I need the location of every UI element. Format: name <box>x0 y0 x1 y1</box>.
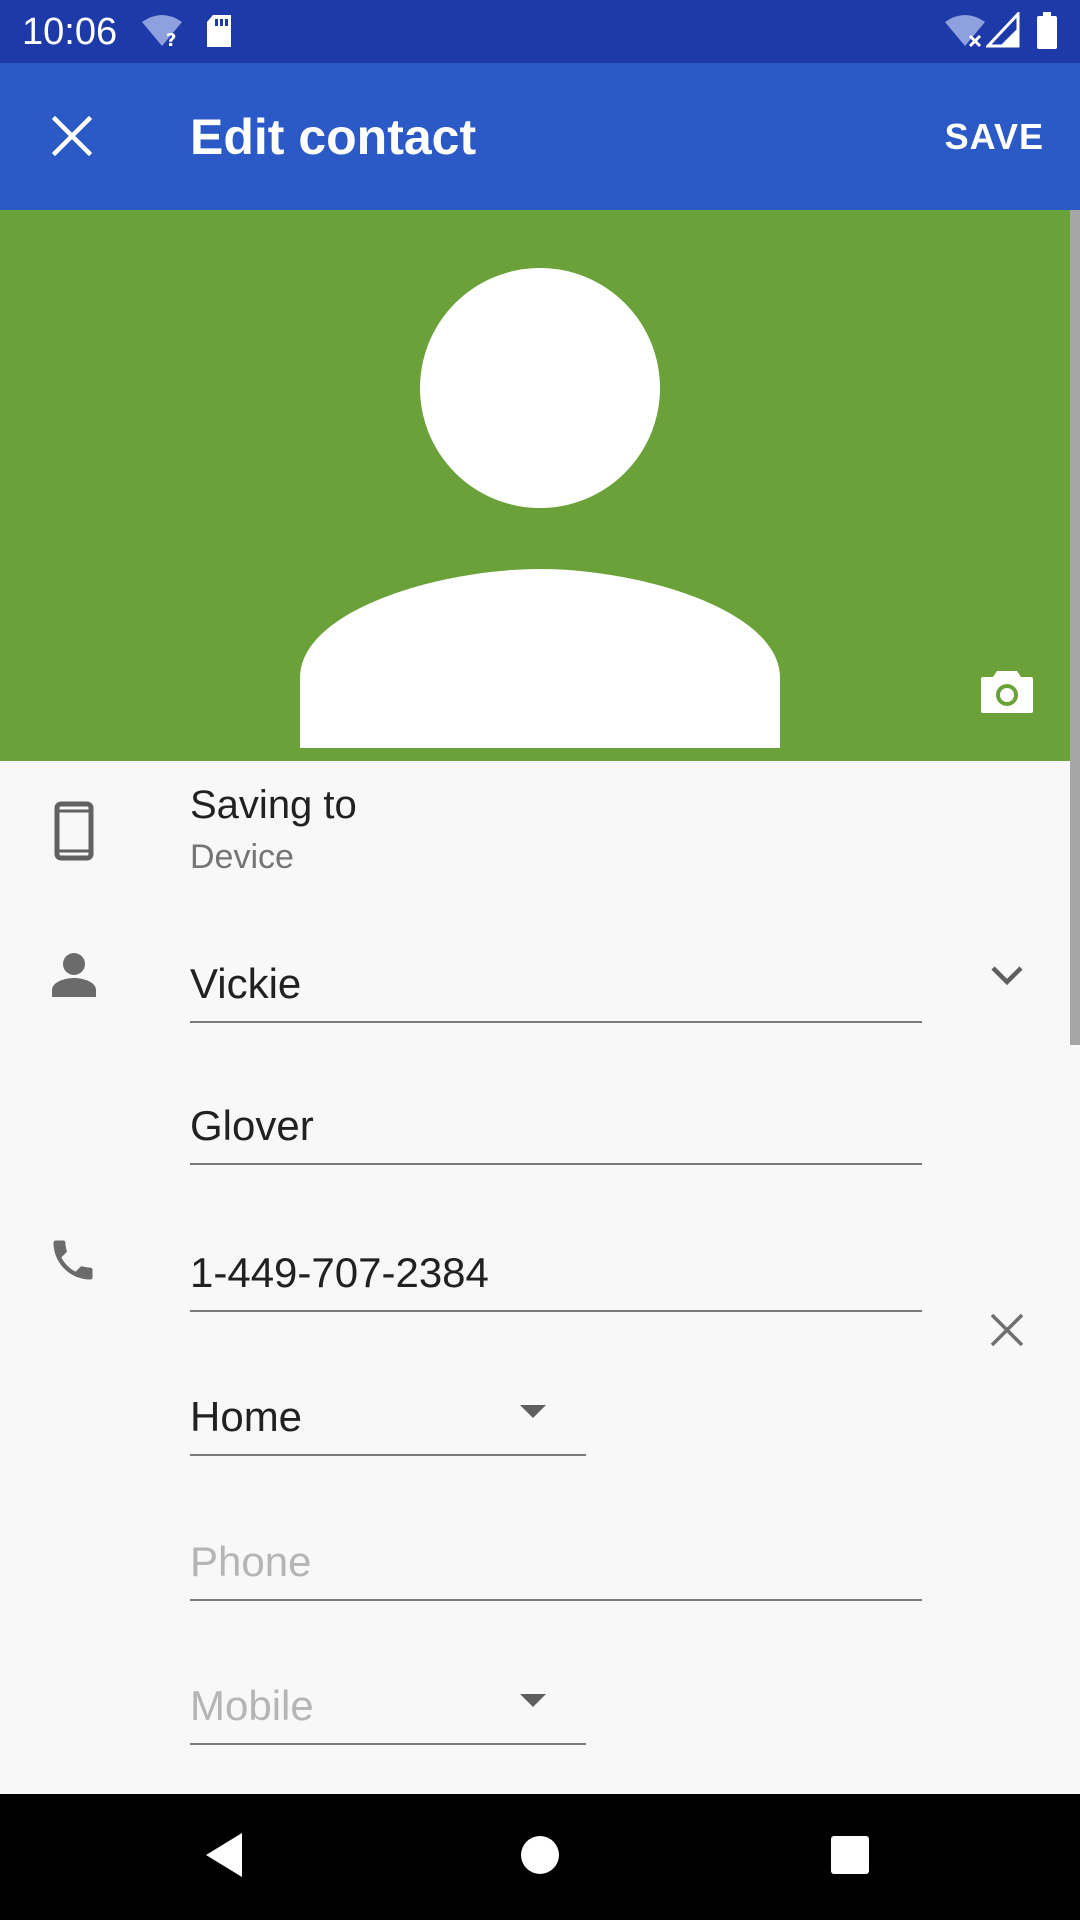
close-button[interactable] <box>36 102 108 174</box>
dropdown-arrow-icon <box>520 1694 546 1707</box>
phone-icon <box>44 1231 102 1289</box>
new-phone-field[interactable]: Phone <box>190 1499 922 1601</box>
navigation-bar <box>0 1794 1080 1920</box>
back-button[interactable] <box>184 1817 264 1897</box>
home-icon <box>519 1834 561 1881</box>
wifi-off-icon <box>944 14 986 53</box>
status-time: 10:06 <box>22 11 118 53</box>
change-photo-button[interactable] <box>972 658 1042 728</box>
back-icon <box>202 1831 246 1884</box>
battery-icon <box>1036 12 1058 55</box>
dropdown-arrow-icon <box>520 1405 546 1418</box>
saving-to-label: Saving to <box>190 783 357 827</box>
new-phone-type-select[interactable]: Mobile <box>190 1643 586 1745</box>
svg-text:?: ? <box>166 30 176 48</box>
contact-form: Saving to Device Vickie Glover 1-449-707… <box>0 761 1070 1794</box>
phone-type-select[interactable]: Home <box>190 1354 586 1456</box>
last-name-field[interactable]: Glover <box>190 1063 922 1165</box>
expand-name-button[interactable] <box>980 951 1034 1005</box>
phone-type-value: Home <box>190 1393 303 1440</box>
home-button[interactable] <box>500 1817 580 1897</box>
person-placeholder-icon <box>300 268 780 748</box>
phone-number-value: 1-449-707-2384 <box>190 1249 489 1296</box>
sd-card-icon <box>205 14 233 53</box>
remove-phone-button[interactable] <box>980 1305 1034 1359</box>
new-phone-placeholder: Phone <box>190 1538 312 1585</box>
signal-icon <box>984 10 1020 53</box>
contact-photo[interactable] <box>0 210 1080 761</box>
status-bar: 10:06 ? <box>0 0 1080 63</box>
wifi-question-icon: ? <box>140 14 184 53</box>
recents-icon <box>829 1834 871 1881</box>
close-icon <box>989 1312 1025 1353</box>
chevron-down-icon <box>990 965 1024 992</box>
first-name-field[interactable]: Vickie <box>190 921 922 1023</box>
recents-button[interactable] <box>810 1817 890 1897</box>
new-phone-type-placeholder: Mobile <box>190 1682 314 1729</box>
phone-device-icon <box>50 801 98 861</box>
account-name: Device <box>190 838 294 876</box>
person-icon <box>48 949 100 1001</box>
close-icon <box>51 115 93 161</box>
camera-icon <box>979 667 1035 720</box>
phone-number-field[interactable]: 1-449-707-2384 <box>190 1210 922 1312</box>
save-button[interactable]: SAVE <box>945 111 1044 163</box>
first-name-value: Vickie <box>190 960 302 1007</box>
page-title: Edit contact <box>190 109 477 165</box>
scrollbar[interactable] <box>1070 210 1080 1045</box>
app-bar: Edit contact SAVE <box>0 63 1080 210</box>
last-name-value: Glover <box>190 1102 314 1149</box>
